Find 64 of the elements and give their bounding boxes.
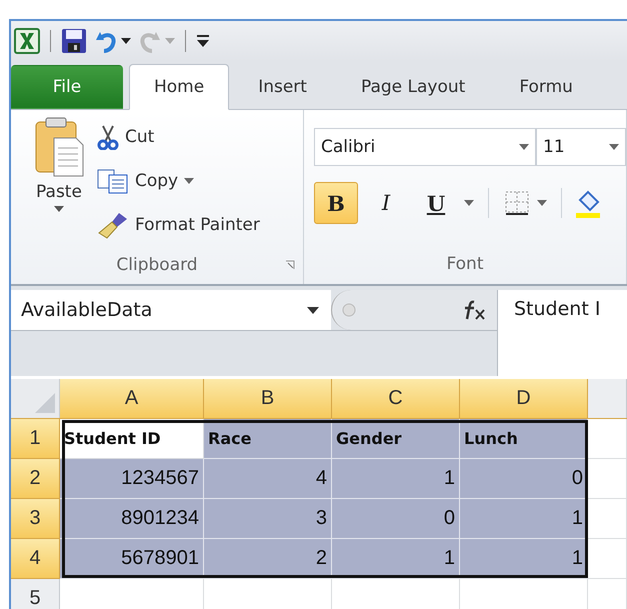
table-cell: 5678901 <box>60 539 204 579</box>
save-icon[interactable] <box>61 28 87 54</box>
cut-button[interactable]: Cut <box>97 116 260 158</box>
paste-button[interactable]: Paste <box>29 116 89 246</box>
group-label: Font <box>446 254 484 274</box>
caret-icon <box>307 306 319 314</box>
borders-icon[interactable] <box>503 189 531 217</box>
empty-cell <box>588 459 627 499</box>
row-header[interactable]: 4 <box>11 539 60 579</box>
formula-input[interactable]: Student I <box>498 290 627 376</box>
ribbon-tab[interactable]: Insert <box>233 65 332 109</box>
font-size-dropdown[interactable]: 11 <box>536 128 626 166</box>
caret-icon[interactable] <box>121 38 131 44</box>
table-cell: Lunch <box>460 419 588 459</box>
bold-button[interactable]: B <box>314 182 358 224</box>
row-header[interactable]: 3 <box>11 499 60 539</box>
column-header[interactable]: D <box>460 379 588 418</box>
underline-button[interactable]: U <box>414 182 458 224</box>
table-cell: 0 <box>332 499 460 539</box>
column-header[interactable]: A <box>60 379 204 418</box>
row-header[interactable]: 5 <box>11 579 60 609</box>
table-cell: 1 <box>460 539 588 579</box>
caret-icon <box>184 178 194 184</box>
scissors-icon <box>97 124 119 150</box>
triangle-icon <box>35 393 55 413</box>
table-cell: 8901234 <box>60 499 204 539</box>
table-cell: 3 <box>204 499 332 539</box>
table-cell: 1234567 <box>60 459 204 499</box>
row-header[interactable]: 2 <box>11 459 60 499</box>
ribbon-tab[interactable]: Formu <box>494 65 598 109</box>
caret-icon <box>519 144 529 150</box>
name-box[interactable]: AvailableData <box>11 290 331 330</box>
table-cell: 4 <box>204 459 332 499</box>
ribbon-tab[interactable]: Page Layout <box>336 65 490 109</box>
caret-icon <box>609 144 619 150</box>
paintbrush-icon <box>97 211 129 239</box>
table-cell: 2 <box>204 539 332 579</box>
paint-bucket-icon[interactable] <box>576 188 600 218</box>
table-cell: 1 <box>332 459 460 499</box>
empty-cell <box>588 539 627 579</box>
table-cell: Gender <box>332 419 460 459</box>
file-tab[interactable]: File <box>11 65 123 109</box>
column-header[interactable]: C <box>332 379 460 418</box>
table-cell: 1 <box>460 499 588 539</box>
format-painter-button[interactable]: Format Painter <box>97 204 260 246</box>
column-header[interactable]: B <box>204 379 332 418</box>
table-cell: Race <box>204 419 332 459</box>
table-cell: 0 <box>460 459 588 499</box>
clipboard-icon <box>34 116 84 178</box>
group-label: Clipboard <box>116 255 198 275</box>
spreadsheet-app-icon <box>14 28 40 54</box>
copy-button[interactable]: Copy <box>97 160 260 202</box>
font-name-dropdown[interactable]: Calibri <box>314 128 536 166</box>
resize-handle-icon[interactable] <box>342 303 356 317</box>
caret-icon <box>54 206 64 212</box>
italic-button[interactable]: I <box>364 182 408 224</box>
ribbon-tab[interactable]: Home <box>129 64 230 110</box>
caret-icon <box>165 38 175 44</box>
row-header[interactable]: 1 <box>11 419 60 459</box>
table-cell: 1 <box>332 539 460 579</box>
customize-toolbar-icon[interactable] <box>196 33 210 49</box>
copy-icon <box>97 168 129 194</box>
dialog-launcher-icon[interactable] <box>285 260 295 270</box>
empty-cell <box>588 499 627 539</box>
